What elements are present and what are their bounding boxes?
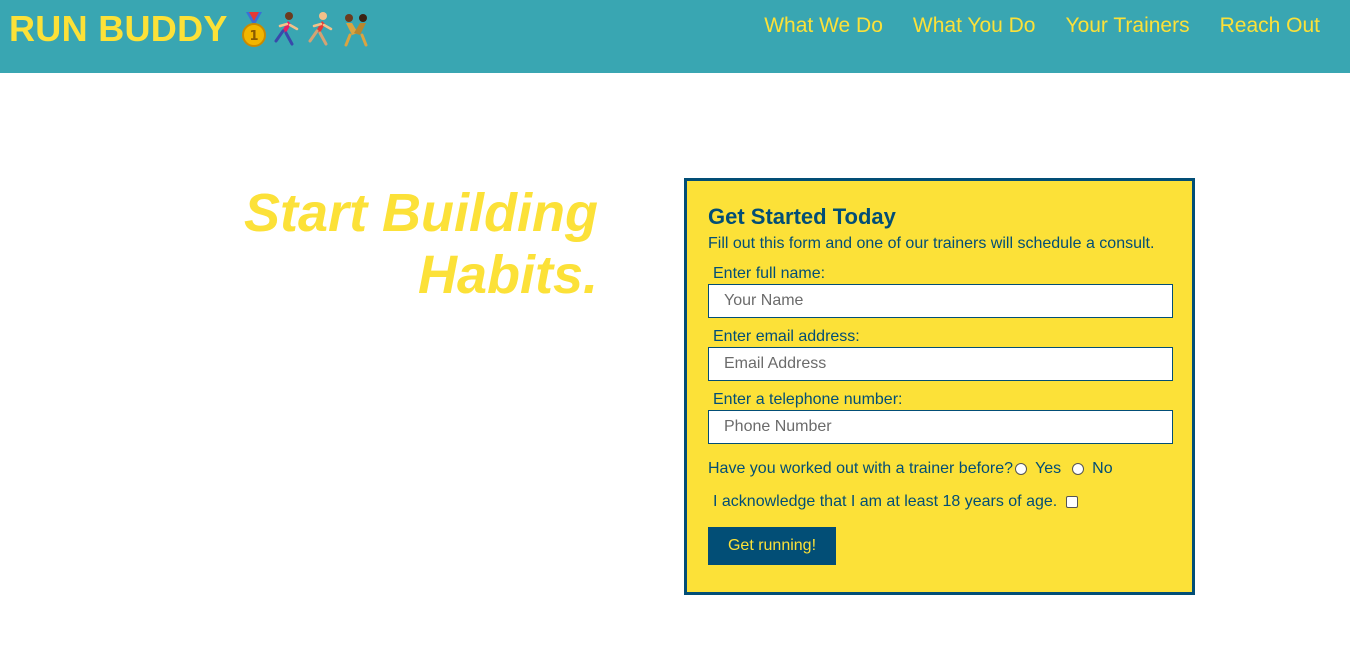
medal-icon: 1: [241, 12, 266, 47]
wrestlers-icon: [344, 14, 368, 47]
email-label: Enter email address:: [713, 328, 860, 345]
brand[interactable]: RUN BUDDY 1: [9, 9, 374, 49]
phone-input[interactable]: [708, 410, 1173, 444]
nav-what-we-do[interactable]: What We Do: [764, 14, 883, 38]
top-navbar: RUN BUDDY 1 What We Do What You Do Your …: [0, 0, 1350, 73]
name-label: Enter full name:: [713, 265, 826, 282]
form-title: Get Started Today: [708, 204, 896, 229]
age-ack-row: I acknowledge that I am at least 18 year…: [713, 492, 1171, 512]
runner-woman-icon: [274, 12, 298, 46]
hero-heading-line2: Habits.: [417, 245, 598, 305]
runner-man-icon: [308, 12, 332, 46]
trainer-no-radio[interactable]: [1072, 463, 1085, 475]
age-ack-checkbox[interactable]: [1066, 496, 1079, 508]
trainer-no-label: No: [1092, 460, 1113, 477]
form-description: Fill out this form and one of our traine…: [708, 235, 1155, 252]
svg-text:1: 1: [249, 29, 258, 44]
submit-button[interactable]: Get running!: [708, 527, 836, 565]
signup-form: Get Started Today Fill out this form and…: [684, 178, 1195, 595]
name-input[interactable]: [708, 284, 1173, 318]
nav-what-you-do[interactable]: What You Do: [913, 14, 1036, 38]
age-ack-label: I acknowledge that I am at least 18 year…: [713, 493, 1058, 510]
trainer-yes-label: Yes: [1035, 460, 1062, 477]
brand-icons: 1: [240, 10, 374, 48]
trainer-yes-radio[interactable]: [1015, 463, 1028, 475]
hero-heading: Start Building Habits.: [200, 182, 598, 306]
nav-your-trainers[interactable]: Your Trainers: [1065, 14, 1189, 38]
hero-heading-line1: Start Building: [244, 183, 598, 243]
nav-reach-out[interactable]: Reach Out: [1220, 14, 1320, 38]
email-input[interactable]: [708, 347, 1173, 381]
brand-title[interactable]: RUN BUDDY: [9, 9, 228, 49]
main-nav: What We Do What You Do Your Trainers Rea…: [764, 14, 1320, 38]
phone-label: Enter a telephone number:: [713, 391, 903, 408]
trainer-question-label: Have you worked out with a trainer befor…: [708, 460, 1014, 477]
trainer-question-row: Have you worked out with a trainer befor…: [708, 459, 1171, 479]
